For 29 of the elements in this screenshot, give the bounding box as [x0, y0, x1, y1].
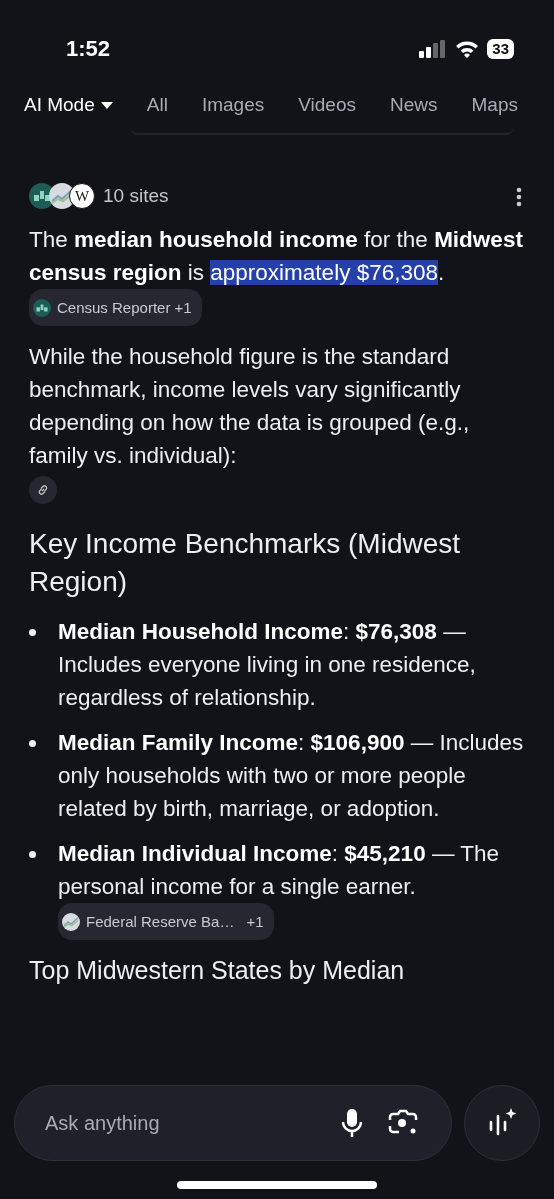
body-paragraph: While the household figure is the standard benchmark, income levels vary significantly depending on how the data is grouped (e.g., family vs. individual):	[29, 343, 471, 470]
list-item-text: Median Family Income: $106,900 — Includes only households with two or more people related by birth, marriage, or adoption.	[58, 730, 524, 821]
search-tab[interactable]: Maps	[454, 90, 535, 120]
section-heading: Key Income Benchmarks (Midwest Region)	[29, 527, 462, 599]
citation-chip[interactable]: Federal Reserve Ba… +1	[58, 903, 274, 940]
status-time: 1:52	[66, 35, 111, 63]
bullet-icon	[29, 851, 36, 858]
search-bar[interactable]: Ask anything	[14, 1085, 452, 1161]
list-item-text: Median Individual Income: $45,210 — The personal income for a single earner.	[58, 840, 501, 901]
search-tab[interactable]: Videos	[281, 90, 373, 120]
search-field[interactable]: Ask anything	[43, 1107, 329, 1139]
battery-indicator: 33	[487, 38, 514, 59]
sources-count[interactable]: 10 sites	[103, 181, 169, 211]
answer-text: The median household income for the Midwest census region is approximately $76,308.	[29, 226, 524, 287]
site-icon: W	[69, 183, 95, 209]
wifi-icon	[455, 39, 480, 58]
chart-icon	[62, 912, 80, 931]
search-tab[interactable]: All	[129, 90, 185, 120]
link-icon[interactable]	[29, 476, 57, 505]
people-icon	[33, 298, 51, 317]
search-tab[interactable]: AI Mode	[22, 90, 130, 120]
section-heading: Top Midwestern States by Median	[29, 955, 406, 986]
list-item-text: Median Household Income: $76,308 — Includes everyone living in one residence, regardless of relationship.	[58, 619, 476, 710]
search-tab[interactable]: News	[372, 90, 455, 120]
bullet-icon	[29, 629, 36, 636]
citation-chip[interactable]: Census Reporter +1	[29, 289, 202, 326]
signal-icon	[419, 39, 448, 58]
search-tab[interactable]: Images	[184, 90, 282, 120]
bullet-icon	[29, 740, 36, 747]
